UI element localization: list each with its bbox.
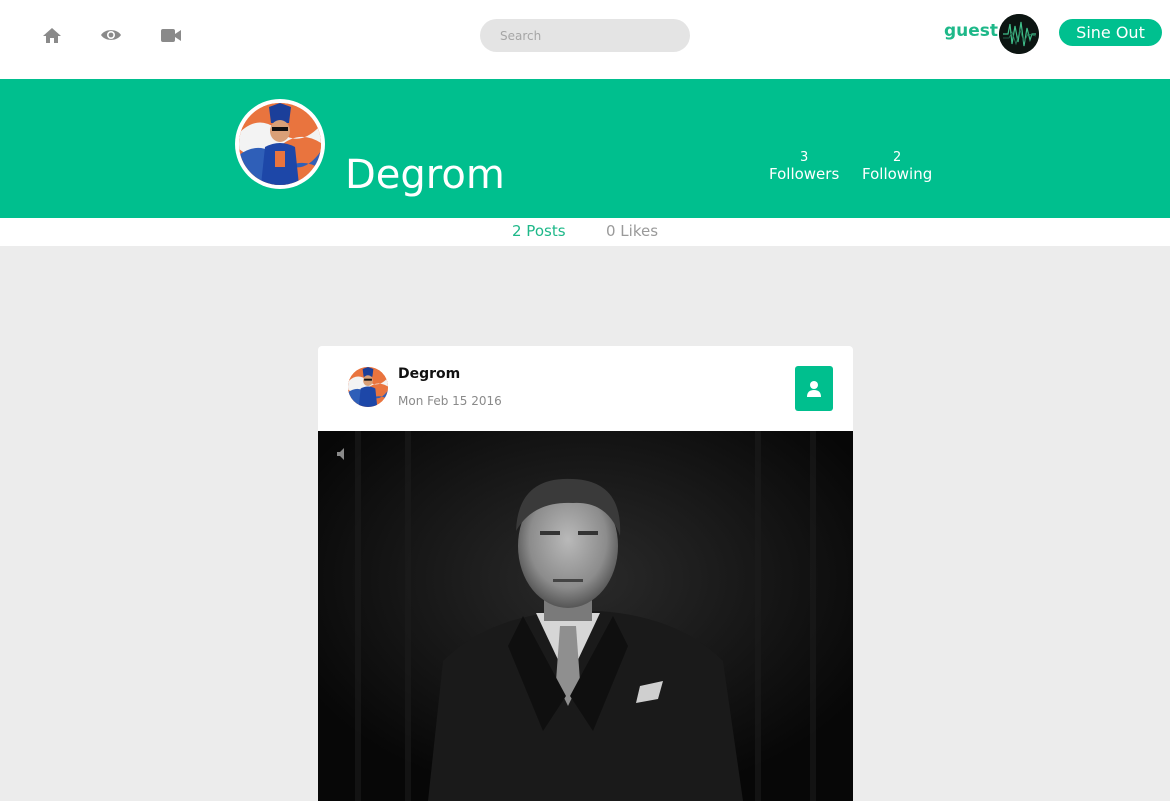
profile-tabs: 2 Posts 0 Likes bbox=[0, 218, 1170, 246]
post-card: Degrom Mon Feb 15 2016 bbox=[318, 346, 853, 801]
tab-likes[interactable]: 0 Likes bbox=[606, 222, 658, 240]
profile-name: Degrom bbox=[345, 152, 505, 198]
current-user-name[interactable]: guest bbox=[944, 21, 998, 41]
eye-icon[interactable] bbox=[100, 24, 122, 46]
profile-avatar bbox=[235, 99, 325, 189]
user-avatar[interactable] bbox=[999, 14, 1039, 54]
video-camera-icon[interactable] bbox=[160, 24, 182, 46]
search-input[interactable] bbox=[480, 19, 690, 52]
profile-banner: Degrom 3 Followers 2 Following bbox=[0, 79, 1170, 218]
user-icon bbox=[807, 380, 821, 397]
post-author-name[interactable]: Degrom bbox=[398, 366, 460, 382]
sign-out-button[interactable]: Sine Out bbox=[1059, 19, 1162, 46]
post-video[interactable] bbox=[318, 431, 853, 801]
top-navbar: guest Sine Out bbox=[0, 0, 1170, 79]
tab-posts[interactable]: 2 Posts bbox=[512, 222, 566, 240]
video-frame bbox=[318, 431, 853, 801]
followers-stat[interactable]: 3 Followers bbox=[769, 149, 839, 183]
following-stat[interactable]: 2 Following bbox=[862, 149, 932, 183]
follow-user-button[interactable] bbox=[795, 366, 833, 411]
post-date: Mon Feb 15 2016 bbox=[398, 394, 502, 408]
post-author-avatar[interactable] bbox=[348, 367, 388, 407]
volume-icon[interactable] bbox=[336, 447, 350, 461]
following-label: Following bbox=[862, 165, 933, 183]
followers-label: Followers bbox=[769, 165, 840, 183]
followers-count: 3 bbox=[799, 150, 809, 165]
home-icon[interactable] bbox=[41, 24, 63, 46]
following-count: 2 bbox=[892, 150, 902, 165]
